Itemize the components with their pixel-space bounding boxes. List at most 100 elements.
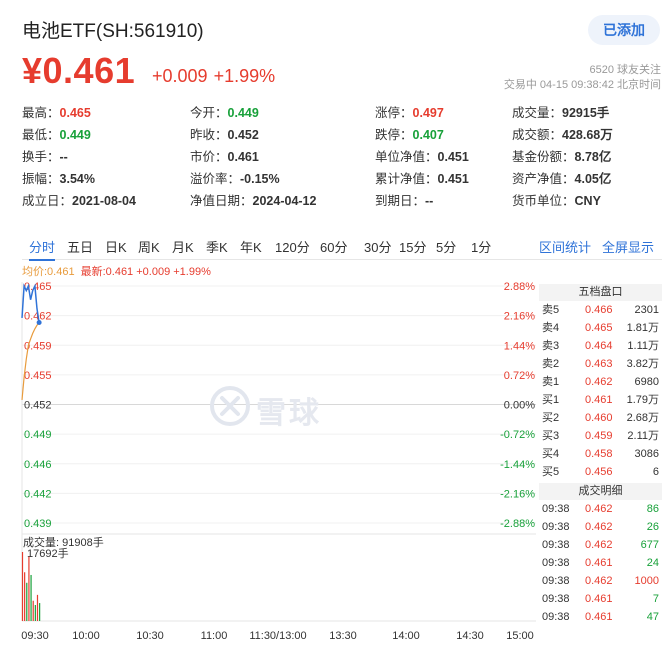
xueqiu-logo-icon	[210, 386, 250, 426]
x-tick-label: 11:30/13:00	[249, 630, 306, 642]
tab-4[interactable]: 月K	[172, 237, 194, 256]
x-tick-label: 15:00	[506, 630, 534, 642]
trade-price: 0.462	[585, 575, 613, 587]
trade-time: 09:38	[542, 575, 570, 587]
order-price: 0.460	[585, 412, 613, 424]
trade-time: 09:38	[542, 521, 570, 533]
trade-row: 09:38 0.462 26	[539, 518, 662, 536]
trading-status-time: 交易中 04-15 09:38:42 北京时间	[503, 79, 661, 91]
order-volume: 3.82万	[626, 358, 659, 370]
trade-volume: 1000	[634, 575, 659, 587]
tab-3[interactable]: 周K	[138, 237, 160, 256]
tab-10[interactable]: 15分	[399, 237, 426, 256]
range-stats-link[interactable]: 区间统计	[539, 237, 591, 256]
stat-value: -0.15%	[240, 172, 280, 186]
stat-label: 成立日：	[22, 194, 73, 208]
order-side: 卖2	[542, 358, 560, 370]
tab-12[interactable]: 1分	[471, 237, 491, 256]
tab-1[interactable]: 五日	[67, 237, 93, 256]
trades-title: 成交明细	[539, 483, 662, 500]
order-side: 卖3	[542, 340, 560, 352]
order-price: 0.464	[585, 340, 613, 352]
order-book-row: 卖5 0.466 2301	[539, 301, 662, 319]
stats-row: 振幅：3.54% 溢价率：-0.15% 累计净值：0.451 资产净值：4.05亿	[22, 168, 662, 190]
trade-row: 09:38 0.461 47	[539, 608, 662, 626]
order-side: 卖5	[542, 304, 560, 316]
trade-time: 09:38	[542, 611, 570, 623]
order-book-row: 买1 0.461 1.79万	[539, 391, 662, 409]
trade-row: 09:38 0.461 7	[539, 590, 662, 608]
order-side: 买2	[542, 412, 560, 424]
order-price: 0.458	[585, 448, 613, 460]
y-tick-pct-label: 2.16%	[504, 311, 535, 323]
tab-2[interactable]: 日K	[105, 237, 127, 256]
order-book-row: 买4 0.458 3086	[539, 445, 662, 463]
stat-item: 成交额：428.68万	[512, 124, 613, 143]
tab-5[interactable]: 季K	[206, 237, 228, 256]
y-tick-label: 0.455	[24, 370, 52, 382]
price-change: +0.009 +1.99%	[152, 66, 281, 87]
stats-row: 成立日：2021-08-04 净值日期：2024-04-12 到期日：-- 货币单位：…	[22, 190, 662, 212]
stat-value: 0.407	[412, 128, 444, 142]
order-volume: 2.11万	[627, 430, 659, 442]
stat-value: 0.461	[227, 150, 259, 164]
order-book-row: 买2 0.460 2.68万	[539, 409, 662, 427]
order-price: 0.461	[585, 394, 613, 406]
stat-item: 跌停：0.407	[375, 124, 444, 143]
y-tick-pct-label: -1.44%	[500, 459, 535, 471]
order-price: 0.459	[585, 430, 613, 442]
tab-7[interactable]: 120分	[275, 237, 310, 256]
order-book-row: 卖4 0.465 1.81万	[539, 319, 662, 337]
order-side: 卖1	[542, 376, 560, 388]
stat-item: 最高：0.465	[22, 102, 91, 121]
y-tick-label: 0.446	[24, 459, 52, 471]
added-watchlist-button[interactable]: 已添加	[588, 15, 660, 45]
trade-volume: 86	[646, 503, 659, 515]
stat-value: --	[59, 150, 68, 164]
stat-value: 2024-04-12	[252, 194, 317, 208]
trade-price: 0.462	[585, 503, 613, 515]
fund-title: 电池ETF(SH:561910)	[22, 21, 204, 42]
order-volume: 3086	[634, 448, 659, 460]
trade-volume: 47	[646, 611, 659, 623]
stat-label: 昨收：	[190, 128, 228, 142]
avg-price-line	[21, 322, 40, 400]
y-tick-label: 0.449	[24, 429, 52, 441]
volume-total-label: 成交量: 91908手	[23, 535, 104, 549]
followers-count: 6520 球友关注	[589, 64, 661, 76]
order-side: 卖4	[542, 322, 560, 334]
stat-item: 累计净值：0.451	[375, 168, 469, 187]
y-tick-pct-label: -2.16%	[500, 488, 535, 500]
stat-item: 今开：0.449	[190, 102, 259, 121]
trade-price: 0.462	[585, 521, 613, 533]
stat-value: 92915手	[562, 106, 610, 120]
stat-item: 涨停：0.497	[375, 102, 444, 121]
order-book-panel: 五档盘口 卖5 0.466 2301 卖4 0.465 1.81万 卖3 0.464 1.11万卖…	[539, 284, 662, 626]
tab-8[interactable]: 60分	[320, 237, 347, 256]
stat-label: 最低：	[22, 128, 60, 142]
stat-item: 到期日：--	[375, 190, 433, 209]
order-price: 0.463	[585, 358, 613, 370]
order-book-row: 买3 0.459 2.11万	[539, 427, 662, 445]
tab-6[interactable]: 年K	[240, 237, 262, 256]
trade-time: 09:38	[542, 539, 570, 551]
order-price: 0.456	[585, 466, 613, 478]
tab-11[interactable]: 5分	[436, 237, 456, 256]
y-tick-pct-label: 0.72%	[504, 370, 535, 382]
tab-0[interactable]: 分时	[29, 237, 56, 261]
y-tick-label: 0.452	[24, 400, 52, 412]
fullscreen-link[interactable]: 全屏显示	[602, 237, 654, 256]
order-volume: 1.11万	[627, 340, 659, 352]
order-volume: 1.79万	[626, 394, 659, 406]
trade-time: 09:38	[542, 593, 570, 605]
trade-volume: 26	[646, 521, 659, 533]
x-tick-label: 10:30	[136, 630, 164, 642]
stat-label: 累计净值：	[375, 172, 438, 186]
trade-row: 09:38 0.462 86	[539, 500, 662, 518]
order-book-row: 卖1 0.462 6980	[539, 373, 662, 391]
order-side: 买3	[542, 430, 560, 442]
y-tick-pct-label: 0.00%	[504, 400, 535, 412]
stat-label: 净值日期：	[190, 194, 253, 208]
tab-9[interactable]: 30分	[364, 237, 391, 256]
stat-value: 2021-08-04	[72, 194, 136, 208]
